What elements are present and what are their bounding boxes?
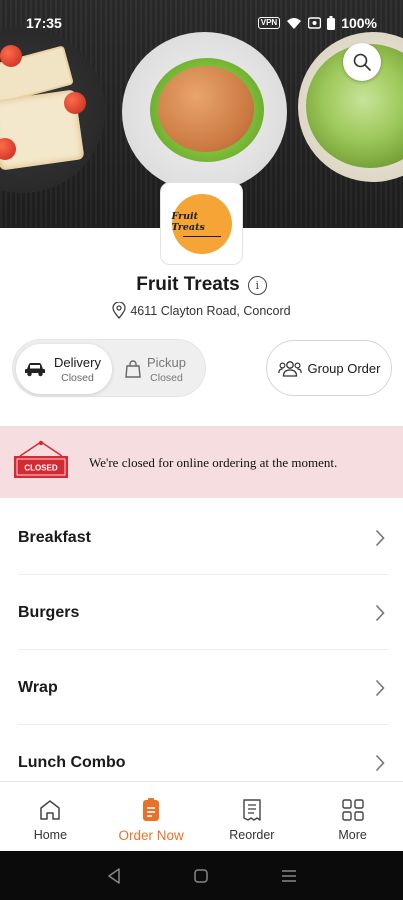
recents-icon[interactable] — [281, 869, 297, 883]
search-button[interactable] — [343, 43, 381, 81]
category-row[interactable]: Breakfast — [0, 500, 403, 575]
grid-icon — [341, 799, 364, 821]
category-label: Burgers — [18, 603, 80, 621]
nav-label-order-now: Order Now — [118, 828, 184, 843]
nav-label-more: More — [338, 828, 367, 842]
logo-text: Fruit Treats — [171, 210, 205, 233]
store-address: 4611 Clayton Road, Concord — [130, 303, 291, 318]
group-order-button[interactable]: Group Order — [266, 340, 392, 396]
pickup-status: Closed — [150, 371, 183, 384]
bottom-nav: Home Order Now Reorder More — [0, 781, 403, 851]
delivery-label: Delivery — [54, 354, 101, 370]
closed-message: We're closed for online ordering at the … — [89, 455, 338, 470]
store-logo: Fruit Treats — [160, 182, 243, 265]
system-nav-bar — [0, 851, 403, 900]
store-address-row: 4611 Clayton Road, Concord — [0, 302, 403, 319]
store-name: Fruit Treats — [136, 274, 240, 295]
group-order-label: Group Order — [307, 360, 381, 376]
category-row[interactable]: Burgers — [0, 575, 403, 650]
nav-item-reorder[interactable]: Reorder — [202, 782, 303, 851]
category-label: Breakfast — [18, 528, 91, 546]
home-circle-icon[interactable] — [193, 868, 208, 883]
order-icon — [143, 798, 160, 821]
info-icon[interactable]: i — [247, 275, 267, 295]
shopping-bag-icon — [125, 360, 141, 378]
nav-item-order-now[interactable]: Order Now — [101, 782, 202, 851]
vpn-icon: VPN — [257, 17, 281, 29]
receipt-icon — [243, 799, 261, 821]
pickup-mode-button[interactable]: Pickup Closed — [119, 344, 203, 394]
delivery-mode-button[interactable]: Delivery Closed — [16, 344, 112, 394]
sim-icon — [308, 17, 322, 29]
group-icon — [277, 361, 302, 377]
category-row[interactable]: Wrap — [0, 650, 403, 725]
pickup-label: Pickup — [147, 354, 187, 370]
car-icon — [25, 363, 45, 377]
category-label: Wrap — [18, 678, 58, 696]
battery-icon — [327, 16, 336, 30]
home-icon — [40, 800, 61, 820]
status-time: 17:35 — [26, 15, 62, 31]
category-label: Lunch Combo — [18, 753, 126, 771]
status-bar: 17:35 VPN 100% — [0, 0, 403, 46]
battery-percent: 100% — [341, 15, 377, 31]
wifi-icon — [287, 17, 302, 29]
chevron-right-icon — [375, 679, 385, 696]
location-pin-icon — [112, 302, 126, 319]
nav-label-reorder: Reorder — [229, 828, 275, 842]
chevron-right-icon — [375, 604, 385, 621]
closed-banner: CLOSED We're closed for online ordering … — [0, 426, 403, 498]
chevron-right-icon — [375, 529, 385, 546]
closed-sign-icon: CLOSED — [14, 440, 68, 478]
nav-item-more[interactable]: More — [302, 782, 403, 851]
nav-label-home: Home — [33, 828, 68, 842]
order-mode-toggle: Delivery Closed Pickup Closed — [12, 339, 206, 397]
chevron-right-icon — [375, 754, 385, 771]
store-header: Fruit Treats i — [0, 274, 403, 296]
closed-sign-text: CLOSED — [24, 464, 58, 473]
back-icon[interactable] — [107, 867, 121, 884]
delivery-status: Closed — [61, 371, 94, 384]
search-icon — [353, 53, 371, 71]
nav-item-home[interactable]: Home — [0, 782, 101, 851]
